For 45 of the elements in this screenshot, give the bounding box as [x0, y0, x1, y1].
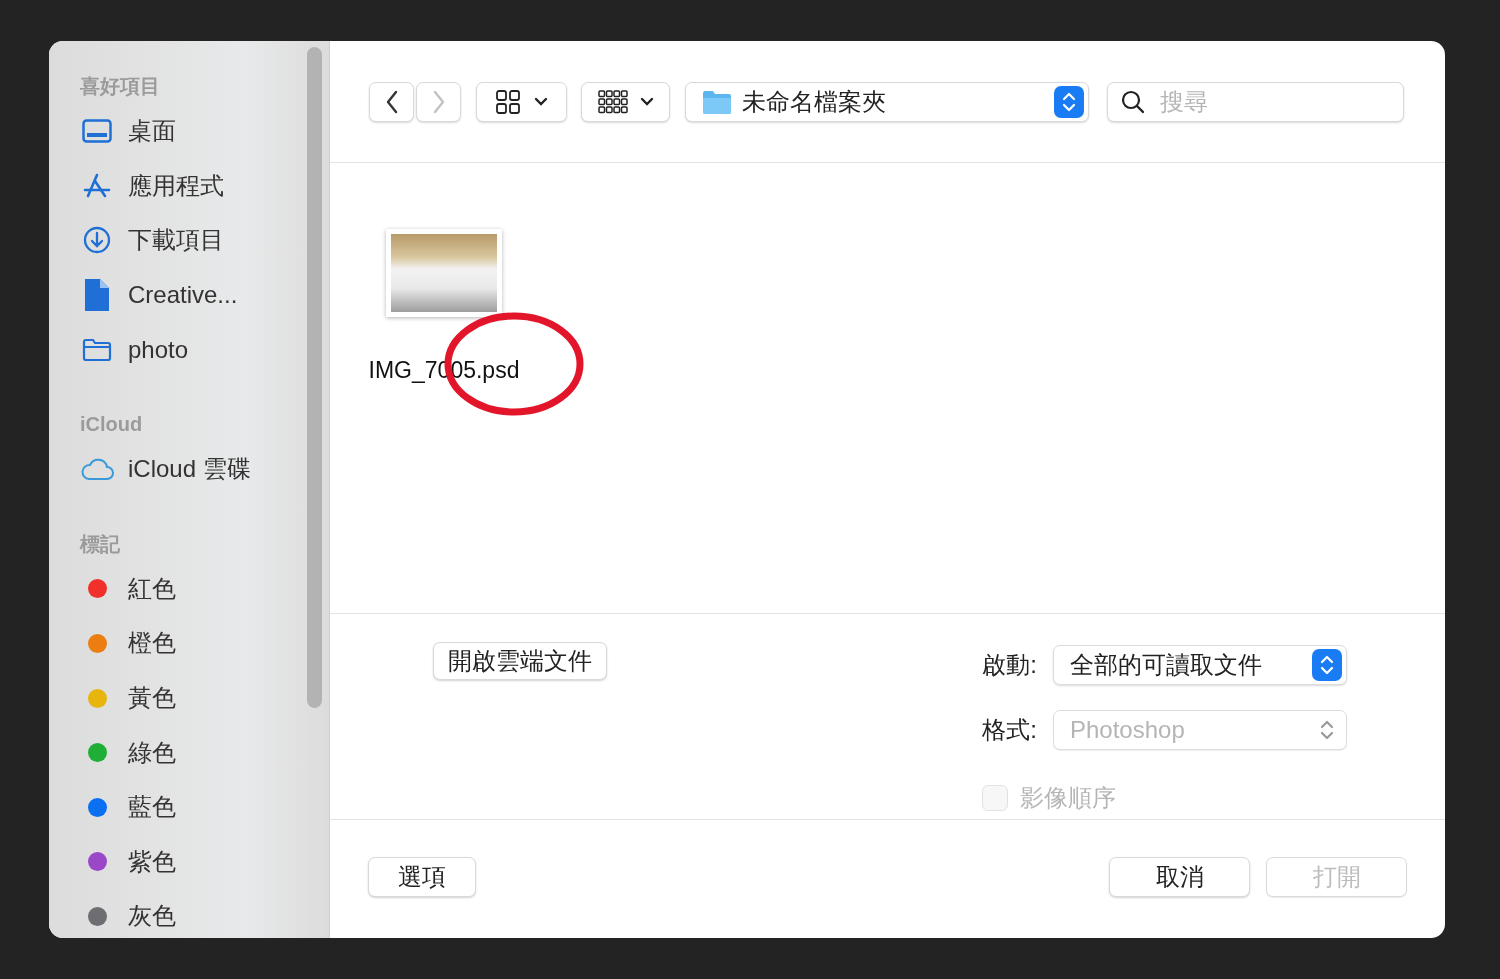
sidebar-item[interactable]: photo	[80, 322, 329, 377]
search-icon	[1121, 89, 1145, 114]
folder-icon	[702, 88, 732, 115]
grid-icon	[495, 89, 520, 114]
section-heading: 標記	[80, 531, 121, 557]
group-button[interactable]	[581, 81, 670, 122]
sidebar-item[interactable]: iCloud 雲碟	[80, 441, 329, 497]
sidebar-item[interactable]: 下載項目	[80, 213, 329, 268]
caret-icon	[533, 96, 548, 107]
sidebar-item[interactable]: 黃色	[80, 670, 329, 726]
caret-icon	[639, 96, 654, 107]
sidebar-item[interactable]: 藍色	[80, 779, 329, 835]
view-mode-button[interactable]	[476, 81, 567, 122]
checkbox-label: 影像順序	[1020, 783, 1117, 814]
desktop-icon	[82, 119, 112, 144]
download-circle-icon	[83, 226, 111, 255]
stepper-icon	[1312, 648, 1342, 681]
scrollbar-thumb[interactable]	[307, 47, 322, 708]
grid-icon	[597, 89, 628, 114]
sidebar-item[interactable]: Creative...	[80, 267, 329, 323]
sidebar-item[interactable]: 桌面	[80, 104, 329, 159]
sidebar-item[interactable]: 灰色	[80, 889, 329, 938]
stepper-icon	[1054, 85, 1084, 118]
section-heading: iCloud	[80, 411, 144, 437]
options-button[interactable]: 選項	[368, 857, 476, 897]
sidebar-item[interactable]: 橙色	[80, 616, 329, 671]
location-popup[interactable]: 未命名檔案夾	[685, 81, 1089, 122]
field-label: 啟動:	[982, 649, 1037, 680]
search-field[interactable]: 搜尋	[1107, 81, 1404, 122]
back-button[interactable]	[369, 81, 414, 122]
chevron-right-icon	[431, 89, 446, 114]
app-store-icon	[83, 172, 111, 199]
folder-icon	[82, 337, 112, 362]
file-type-select[interactable]: 全部的可讀取文件	[1053, 644, 1347, 685]
sidebar-item[interactable]: 紫色	[80, 834, 329, 890]
cancel-button[interactable]: 取消	[1109, 857, 1250, 897]
cloud-icon	[80, 457, 114, 482]
section-heading: 喜好項目	[80, 74, 161, 99]
sidebar-item[interactable]: 應用程式	[80, 158, 329, 214]
sidebar-item[interactable]: 綠色	[80, 725, 329, 780]
chevron-left-icon	[384, 89, 399, 114]
document-icon	[84, 278, 110, 313]
open-cloud-documents-button[interactable]: 開啟雲端文件	[433, 642, 607, 680]
sidebar-item[interactable]: 紅色	[80, 561, 329, 617]
field-label: 格式:	[982, 715, 1037, 746]
